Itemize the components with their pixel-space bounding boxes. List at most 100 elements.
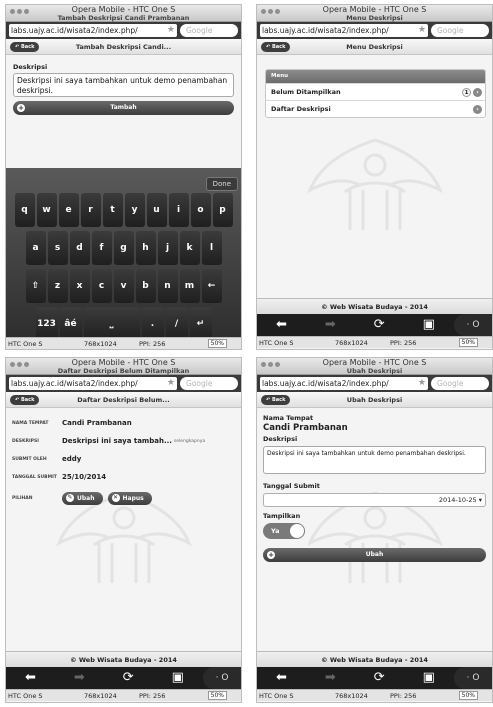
window-title: Opera Mobile - HTC One S <box>71 5 176 14</box>
nav-forward-icon[interactable]: ➡ <box>325 314 336 336</box>
keyboard-key[interactable]: l <box>201 231 222 265</box>
place-label: Nama Tempat <box>263 414 314 422</box>
keyboard-key[interactable]: ⎵ <box>83 307 140 341</box>
description-textarea[interactable]: Deskripsi ini saya tambahkan untuk demo … <box>263 446 486 474</box>
keyboard-key[interactable]: n <box>157 269 178 303</box>
page-title: Tambah Deskripsi Candi Prambanan <box>57 14 190 22</box>
bookmark-star-icon[interactable]: ★ <box>418 24 428 37</box>
header-title: Ubah Deskripsi <box>346 396 403 404</box>
keyboard-key[interactable]: i <box>168 193 189 227</box>
read-more-link[interactable]: selengkapnya <box>174 439 205 444</box>
address-bar: labs.uajy.ac.id/wisata2/index.php/★ Goog… <box>257 22 492 39</box>
keyboard-key[interactable]: y <box>124 193 145 227</box>
keyboard-key[interactable]: u <box>146 193 167 227</box>
tabs-icon[interactable]: ▣ <box>172 667 184 689</box>
search-field[interactable]: Google <box>180 377 238 390</box>
add-button[interactable]: + Tambah <box>13 101 234 115</box>
search-field[interactable]: Google <box>180 24 238 37</box>
reload-icon[interactable]: ⟳ <box>123 667 134 689</box>
back-button[interactable]: ↶ Back <box>10 42 40 52</box>
keyboard-key[interactable]: k <box>179 231 200 265</box>
window-controls[interactable] <box>10 360 31 369</box>
keyboard-key[interactable]: v <box>113 269 134 303</box>
page-header: ↶ Back Ubah Deskripsi <box>257 392 492 408</box>
delete-button[interactable]: ✕ Hapus <box>107 491 152 505</box>
url-field[interactable]: labs.uajy.ac.id/wisata2/index.php/★ <box>260 377 428 390</box>
keyboard-key[interactable]: s <box>47 231 68 265</box>
bookmark-star-icon[interactable]: ★ <box>167 377 177 390</box>
keyboard-key[interactable]: z <box>47 269 68 303</box>
keyboard-key[interactable]: r <box>80 193 101 227</box>
url-field[interactable]: labs.uajy.ac.id/wisata2/index.php/★ <box>9 24 177 37</box>
keyboard-key[interactable]: m <box>179 269 200 303</box>
zoom-select[interactable]: 50% <box>207 691 227 700</box>
url-field[interactable]: labs.uajy.ac.id/wisata2/index.php/★ <box>260 24 428 37</box>
keyboard-key[interactable]: ↵ <box>189 307 212 341</box>
nav-forward-icon[interactable]: ➡ <box>325 667 336 689</box>
keyboard-key[interactable]: t <box>102 193 123 227</box>
zoom-select[interactable]: 50% <box>207 339 227 348</box>
tabs-icon[interactable]: ▣ <box>423 314 435 336</box>
keyboard-key[interactable]: j <box>157 231 178 265</box>
date-field[interactable]: 2014-10-25 ▾ <box>263 493 486 507</box>
bookmark-star-icon[interactable]: ★ <box>167 24 177 37</box>
page-content: Deskripsi Deskripsi ini saya tambahkan u… <box>6 55 241 349</box>
description-textarea[interactable]: Deskripsi ini saya tambahkan untuk demo … <box>13 73 234 97</box>
ppi: PPI: 256 <box>139 340 166 348</box>
back-button[interactable]: ↶ Back <box>10 395 40 405</box>
device-name: HTC One S <box>8 692 43 700</box>
nav-back-icon[interactable]: ⬅ <box>276 314 287 336</box>
search-field[interactable]: Google <box>431 377 489 390</box>
nav-back-icon[interactable]: ⬅ <box>276 667 287 689</box>
menu-item-belum-ditampilkan[interactable]: Belum Ditampilkan 1 › <box>266 83 485 100</box>
window-controls[interactable] <box>261 360 282 369</box>
back-button[interactable]: ↶ Back <box>261 395 291 405</box>
page-footer: © Web Wisata Budaya - 2014 <box>257 298 492 314</box>
keyboard-key[interactable]: o <box>190 193 211 227</box>
nav-back-icon[interactable]: ⬅ <box>25 667 36 689</box>
keyboard-key[interactable]: f <box>91 231 112 265</box>
opera-menu-icon[interactable]: · O <box>203 667 241 689</box>
update-button[interactable]: + Ubah <box>263 548 486 562</box>
keyboard-key[interactable]: e <box>58 193 79 227</box>
detail-value: 25/10/2014 <box>62 473 107 481</box>
show-toggle[interactable]: Ya <box>263 523 305 539</box>
keyboard-key[interactable]: d <box>69 231 90 265</box>
keyboard-done-button[interactable]: Done <box>205 177 238 191</box>
window-controls[interactable] <box>10 7 31 16</box>
search-field[interactable]: Google <box>431 24 489 37</box>
keyboard-key[interactable]: / <box>165 307 188 341</box>
keyboard-key[interactable]: h <box>135 231 156 265</box>
page-title: Menu Deskripsi <box>346 14 403 22</box>
zoom-select[interactable]: 50% <box>458 691 478 700</box>
keyboard-key[interactable]: . <box>141 307 164 341</box>
nav-forward-icon[interactable]: ➡ <box>74 667 85 689</box>
keyboard-key[interactable]: q <box>14 193 35 227</box>
keyboard-key[interactable]: a <box>25 231 46 265</box>
keyboard-key[interactable]: x <box>69 269 90 303</box>
keyboard-key[interactable]: p <box>212 193 233 227</box>
page-header: ↶ Back Menu Deskripsi <box>257 39 492 55</box>
keyboard-key[interactable]: c <box>91 269 112 303</box>
zoom-select[interactable]: 50% <box>458 338 478 347</box>
back-button[interactable]: ↶ Back <box>261 42 291 52</box>
edit-button[interactable]: ✎ Ubah <box>62 491 103 505</box>
keyboard-key[interactable]: ⇧ <box>25 269 46 303</box>
url-field[interactable]: labs.uajy.ac.id/wisata2/index.php/★ <box>9 377 177 390</box>
reload-icon[interactable]: ⟳ <box>374 667 385 689</box>
opera-menu-icon[interactable]: · O <box>454 667 492 689</box>
tabs-icon[interactable]: ▣ <box>423 667 435 689</box>
window-controls[interactable] <box>261 7 282 16</box>
keyboard-key[interactable]: ← <box>201 269 222 303</box>
menu-item-daftar-deskripsi[interactable]: Daftar Deskripsi › <box>266 100 485 117</box>
bookmark-star-icon[interactable]: ★ <box>418 377 428 390</box>
keyboard-key[interactable]: âé <box>59 307 82 341</box>
plus-icon: + <box>267 551 275 559</box>
keyboard-key[interactable]: b <box>135 269 156 303</box>
reload-icon[interactable]: ⟳ <box>374 314 385 336</box>
keyboard-key[interactable]: w <box>36 193 57 227</box>
plus-icon: + <box>17 104 25 112</box>
keyboard-key[interactable]: g <box>113 231 134 265</box>
opera-menu-icon[interactable]: · O <box>454 314 492 336</box>
keyboard-key[interactable]: 123 <box>35 307 58 341</box>
